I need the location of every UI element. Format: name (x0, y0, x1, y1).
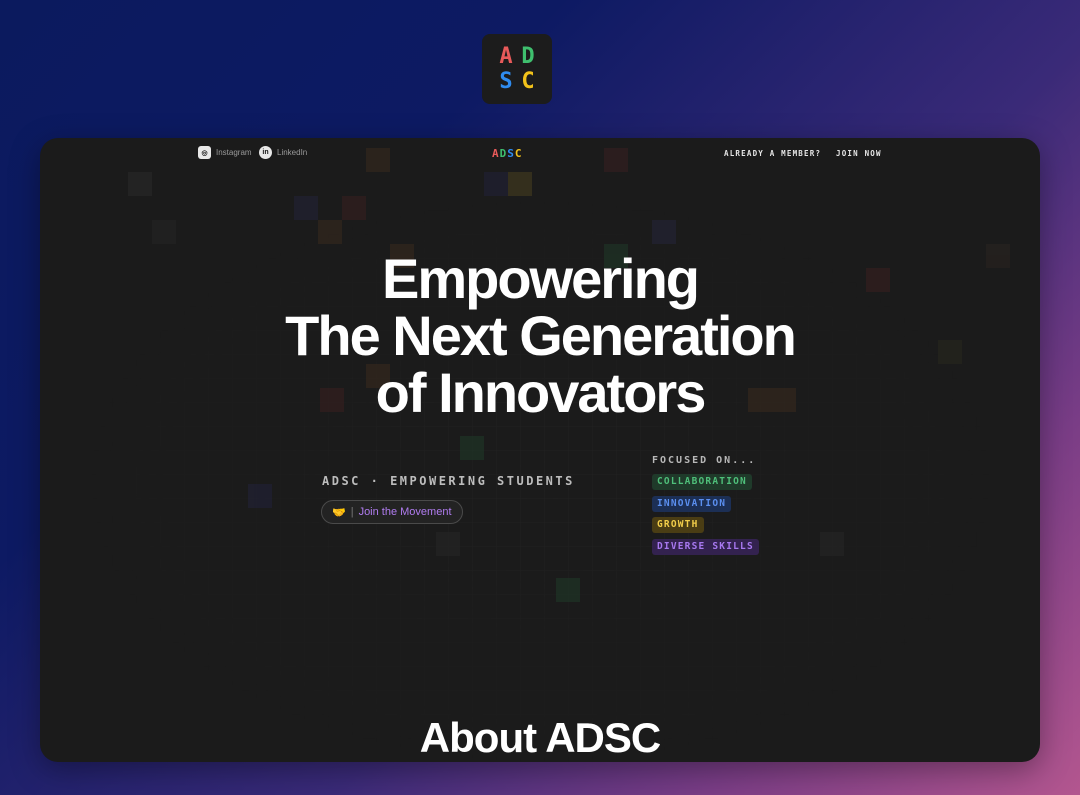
join-movement-button[interactable]: 🤝 | Join the Movement (321, 500, 463, 524)
pixel-grid-background (40, 138, 1040, 762)
landing-card: ◎ Instagram in LinkedIn ADSC ALREADY A M… (40, 138, 1040, 762)
brand-letter-a: A (492, 147, 500, 160)
join-now-link[interactable]: JOIN NOW (836, 149, 882, 158)
tag-innovation: INNOVATION (652, 496, 732, 512)
hero-line-1: Empowering (381, 247, 700, 310)
already-member-link[interactable]: ALREADY A MEMBER? (724, 149, 821, 158)
logo-letter-a: A (499, 44, 513, 69)
hero-line-2: The Next Generation (285, 304, 797, 367)
linkedin-icon: in (259, 146, 272, 159)
tag-collaboration: COLLABORATION (652, 474, 752, 490)
app-logo-tile: A D S C (482, 34, 552, 104)
brand-letter-s: S (507, 147, 515, 160)
tag-diverse-skills: DIVERSE SKILLS (652, 539, 759, 555)
hero-line-3: of Innovators (375, 361, 707, 424)
top-nav: ◎ Instagram in LinkedIn ADSC ALREADY A M… (40, 138, 1040, 168)
logo-letter-s: S (499, 69, 513, 94)
about-heading: About ADSC (419, 714, 661, 761)
tag-growth: GROWTH (652, 517, 704, 533)
handshake-icon: 🤝 (332, 506, 346, 519)
linkedin-link[interactable]: in LinkedIn (259, 146, 307, 159)
logo-letter-d: D (521, 44, 535, 69)
linkedin-label: LinkedIn (277, 148, 308, 157)
instagram-link[interactable]: ◎ Instagram (198, 146, 252, 159)
button-separator: | (350, 506, 354, 518)
join-movement-label: Join the Movement (358, 506, 452, 518)
nav-brand-logo[interactable]: ADSC (492, 147, 523, 160)
instagram-label: Instagram (216, 148, 252, 157)
focused-on-label: FOCUSED ON... (652, 455, 757, 466)
brand-letter-c: C (514, 147, 523, 160)
logo-letter-c: C (521, 69, 535, 94)
hero-heading: Empowering The Next Generation of Innova… (40, 250, 1040, 421)
tagline: ADSC · EMPOWERING STUDENTS (322, 474, 575, 488)
instagram-icon: ◎ (198, 146, 211, 159)
